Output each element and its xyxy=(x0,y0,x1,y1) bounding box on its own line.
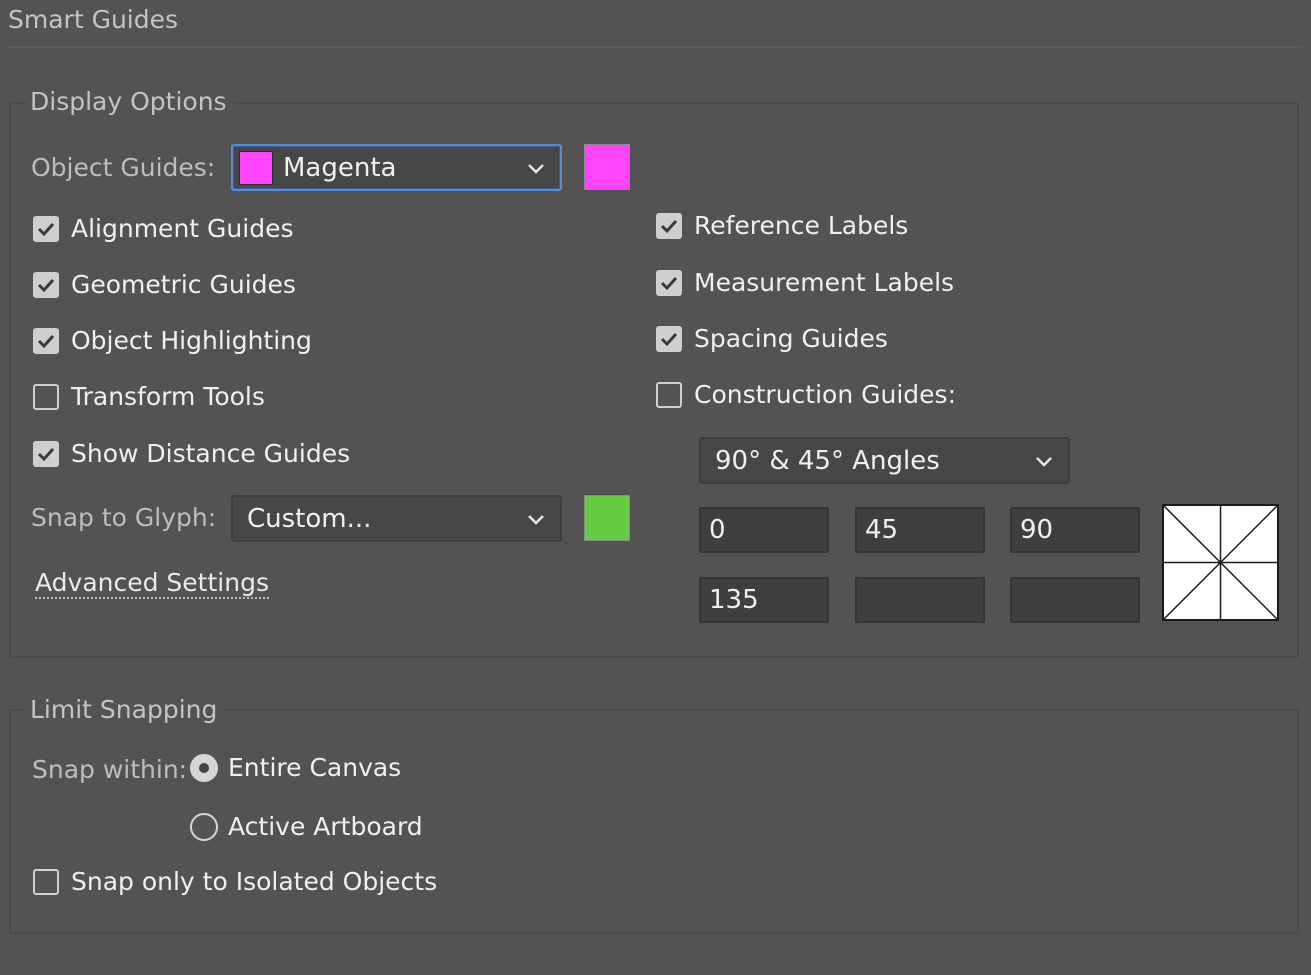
spacing-guides-checkbox[interactable]: Spacing Guides xyxy=(656,324,888,353)
checkbox-checked-icon xyxy=(33,440,59,467)
snap-isolated-objects-label: Snap only to Isolated Objects xyxy=(71,867,438,896)
active-artboard-radio[interactable]: Active Artboard xyxy=(190,812,423,841)
chevron-down-icon xyxy=(1036,456,1052,467)
magenta-chip xyxy=(239,150,273,185)
alignment-guides-checkbox[interactable]: Alignment Guides xyxy=(33,214,293,243)
object-guides-label: Object Guides: xyxy=(31,153,216,182)
show-distance-guides-label: Show Distance Guides xyxy=(71,439,351,468)
checkbox-unchecked-icon xyxy=(33,868,59,895)
measurement-labels-label: Measurement Labels xyxy=(694,268,955,297)
chevron-down-icon xyxy=(528,514,544,525)
object-guides-color-swatch[interactable] xyxy=(584,144,630,190)
construction-guides-checkbox[interactable]: Construction Guides: xyxy=(656,380,956,409)
checkbox-unchecked-icon xyxy=(33,383,59,410)
angle-input-1[interactable]: 0 xyxy=(699,507,829,553)
active-artboard-label: Active Artboard xyxy=(228,812,423,841)
construction-angles-value: 90° & 45° Angles xyxy=(715,445,940,476)
snap-within-label: Snap within: xyxy=(32,755,188,784)
checkbox-checked-icon xyxy=(656,269,682,296)
panel-title: Smart Guides xyxy=(8,5,179,34)
spacing-guides-label: Spacing Guides xyxy=(694,324,888,353)
checkbox-checked-icon xyxy=(33,327,59,354)
radio-selected-icon xyxy=(190,753,218,782)
checkbox-checked-icon xyxy=(656,212,682,239)
entire-canvas-label: Entire Canvas xyxy=(228,753,402,782)
entire-canvas-radio[interactable]: Entire Canvas xyxy=(190,753,401,782)
limit-snapping-legend: Limit Snapping xyxy=(26,695,224,725)
advanced-settings-link[interactable]: Advanced Settings xyxy=(35,569,269,599)
reference-labels-label: Reference Labels xyxy=(694,211,909,240)
object-guides-select[interactable]: Magenta xyxy=(231,144,562,191)
show-distance-guides-checkbox[interactable]: Show Distance Guides xyxy=(33,439,350,468)
angle-input-6[interactable] xyxy=(1010,577,1140,623)
geometric-guides-label: Geometric Guides xyxy=(71,270,296,299)
reference-labels-checkbox[interactable]: Reference Labels xyxy=(656,211,908,240)
snap-to-glyph-value: Custom... xyxy=(247,503,372,534)
chevron-down-icon xyxy=(528,163,544,174)
transform-tools-label: Transform Tools xyxy=(71,382,265,411)
glyph-color-swatch[interactable] xyxy=(584,495,630,541)
construction-angles-select[interactable]: 90° & 45° Angles xyxy=(699,437,1070,484)
object-guides-value: Magenta xyxy=(283,152,397,183)
checkbox-checked-icon xyxy=(33,271,59,298)
alignment-guides-label: Alignment Guides xyxy=(71,214,294,243)
title-divider xyxy=(8,46,1303,48)
transform-tools-checkbox[interactable]: Transform Tools xyxy=(33,382,265,411)
angle-preview-diagram xyxy=(1162,504,1279,621)
checkbox-unchecked-icon xyxy=(656,381,682,408)
display-options-legend: Display Options xyxy=(26,87,233,117)
angle-input-2[interactable]: 45 xyxy=(855,507,985,553)
checkbox-checked-icon xyxy=(656,325,682,352)
object-highlighting-checkbox[interactable]: Object Highlighting xyxy=(33,326,312,355)
checkbox-checked-icon xyxy=(33,215,59,242)
snap-to-glyph-label: Snap to Glyph: xyxy=(31,503,217,532)
geometric-guides-checkbox[interactable]: Geometric Guides xyxy=(33,270,296,299)
snap-isolated-objects-checkbox[interactable]: Snap only to Isolated Objects xyxy=(33,867,437,896)
angle-input-4[interactable]: 135 xyxy=(699,577,829,623)
measurement-labels-checkbox[interactable]: Measurement Labels xyxy=(656,268,954,297)
angle-input-3[interactable]: 90 xyxy=(1010,507,1140,553)
object-highlighting-label: Object Highlighting xyxy=(71,326,312,355)
radio-unselected-icon xyxy=(190,812,218,841)
construction-guides-label: Construction Guides: xyxy=(694,380,956,409)
angle-input-5[interactable] xyxy=(855,577,985,623)
snap-to-glyph-select[interactable]: Custom... xyxy=(231,495,562,542)
